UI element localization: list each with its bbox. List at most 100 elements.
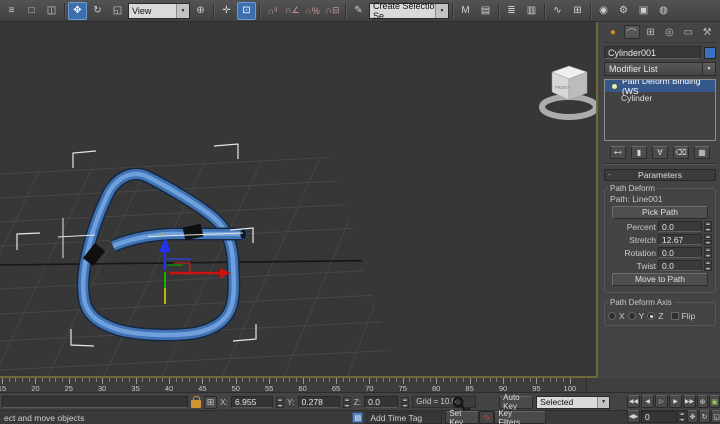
zoom-extents-button[interactable]: ▣	[709, 395, 720, 408]
snap-toggle-button[interactable]: ∩³	[263, 2, 282, 20]
dropdown-arrow-icon[interactable]: ▼	[435, 4, 448, 18]
key-filters-button[interactable]: Key Filters...	[494, 411, 546, 424]
z-coordinate-field[interactable]: 0.0	[364, 396, 398, 408]
absolute-mode-icon[interactable]: ⊞	[204, 396, 217, 409]
tab-motion-icon[interactable]: ◎	[662, 25, 678, 39]
add-time-tag[interactable]: Add Time Tag	[366, 412, 442, 424]
object-color-swatch[interactable]	[704, 47, 716, 59]
y-spinner[interactable]	[343, 397, 351, 408]
render-setup-button[interactable]: ⚙	[614, 2, 633, 20]
angle-snap-button[interactable]: ∩∠	[283, 2, 302, 20]
dropdown-arrow-icon[interactable]: ▼	[176, 4, 189, 18]
set-key-button[interactable]: Set Key	[445, 411, 479, 424]
use-center-button[interactable]: ⊕	[191, 2, 210, 20]
select-by-name-icon[interactable]: ≡	[2, 2, 21, 20]
rotation-field[interactable]: 0.0	[658, 247, 702, 258]
tab-hierarchy-icon[interactable]: ⊞	[643, 25, 659, 39]
maxscript-mini-listener[interactable]	[2, 396, 188, 408]
select-rotate-button[interactable]: ↻	[88, 2, 107, 20]
axis-y-radio[interactable]	[628, 312, 636, 320]
reference-coordinate-value: View	[132, 6, 151, 16]
select-manipulate-button[interactable]: ✛	[217, 2, 236, 20]
zoom-button[interactable]: ⊕	[697, 395, 708, 408]
twist-field[interactable]: 0.0	[658, 260, 702, 271]
y-coordinate-field[interactable]: 0.278	[298, 396, 340, 408]
named-selection-set-dropdown[interactable]: Create Selection Se ▼	[369, 3, 449, 19]
parameters-rollout-header[interactable]: - Parameters	[604, 169, 716, 181]
maximize-viewport-button[interactable]: ◱	[711, 410, 720, 423]
stretch-spinner[interactable]	[704, 234, 712, 245]
current-frame-field[interactable]: 0	[641, 411, 677, 423]
make-unique-button[interactable]: ∀	[652, 146, 668, 159]
scene-explorer-button[interactable]: ▥	[522, 2, 541, 20]
modifier-list-dropdown[interactable]: Modifier List ▼	[604, 62, 716, 76]
percent-snap-button[interactable]: ∩%	[303, 2, 322, 20]
frame-spinner[interactable]	[678, 411, 686, 422]
play-button[interactable]: ▷	[655, 395, 668, 408]
tab-utilities-icon[interactable]: ⚒	[699, 25, 715, 39]
mirror-button[interactable]: M	[456, 2, 475, 20]
dropdown-arrow-icon[interactable]: ▼	[597, 397, 609, 408]
time-tag-icon[interactable]: ▤	[352, 412, 363, 423]
edit-named-selections-button[interactable]: ✎	[349, 2, 368, 20]
move-gizmo[interactable]: z	[159, 232, 231, 304]
key-mode-dropdown[interactable]: Selected ▼	[536, 396, 610, 409]
schematic-view-button[interactable]: ⊞	[568, 2, 587, 20]
window-crossing-icon[interactable]: ◫	[42, 2, 61, 20]
tab-modify-icon[interactable]: ⌒	[624, 25, 640, 39]
twist-spinner[interactable]	[704, 260, 712, 271]
dropdown-arrow-icon[interactable]: ▼	[702, 63, 715, 75]
stack-item-path-deform[interactable]: Path Deform Binding (WS	[605, 80, 715, 92]
axis-z-label: Z	[658, 311, 663, 321]
modifier-enabled-bulb-icon[interactable]	[611, 83, 618, 90]
perspective-viewport[interactable]: z FRONT	[0, 22, 598, 378]
tab-create-icon[interactable]: ●	[605, 25, 621, 39]
next-frame-button[interactable]: ▶	[669, 395, 682, 408]
configure-modifier-sets-button[interactable]: ▦	[694, 146, 710, 159]
align-button[interactable]: ▤	[476, 2, 495, 20]
flip-checkbox[interactable]	[671, 312, 679, 320]
material-editor-button[interactable]: ◉	[594, 2, 613, 20]
tab-display-icon[interactable]: ▭	[680, 25, 696, 39]
stretch-field[interactable]: 12.67	[658, 234, 702, 245]
layer-manager-button[interactable]: ≣	[502, 2, 521, 20]
x-spinner[interactable]	[276, 397, 284, 408]
previous-frame-button[interactable]: ◀	[641, 395, 654, 408]
viewcube[interactable]: FRONT	[542, 66, 596, 117]
auto-key-button[interactable]: Auto Key	[499, 396, 533, 409]
rollout-collapse-icon[interactable]: -	[608, 170, 611, 179]
x-coordinate-field[interactable]: 6.955	[231, 396, 273, 408]
group-label: Path Deform Axis	[608, 298, 674, 307]
go-to-end-button[interactable]: ▶▶	[683, 395, 696, 408]
show-end-result-button[interactable]: ▮	[631, 146, 647, 159]
percent-field[interactable]: 0.0	[658, 221, 702, 232]
rotation-spinner[interactable]	[704, 247, 712, 258]
viewport-canvas[interactable]: z FRONT	[0, 22, 596, 376]
remove-modifier-button[interactable]: ⌫	[673, 146, 689, 159]
pan-button[interactable]: ✥	[687, 410, 698, 423]
new-key-curve-icon[interactable]: ∿	[479, 411, 494, 424]
object-name-field[interactable]: Cylinder001	[604, 46, 701, 59]
axis-x-radio[interactable]	[608, 312, 616, 320]
select-move-button[interactable]: ✥	[68, 2, 87, 20]
keyboard-override-button[interactable]: ⊡	[237, 2, 256, 20]
orbit-button[interactable]: ↻	[699, 410, 710, 423]
go-to-start-button[interactable]: ◀◀	[627, 395, 640, 408]
timeline-ruler[interactable]: 1520253035404550556065707580859095100	[0, 378, 586, 393]
reference-coordinate-dropdown[interactable]: View ▼	[128, 3, 190, 19]
move-to-path-button[interactable]: Move to Path	[612, 273, 708, 286]
key-step-toggle-button[interactable]: ◀▶	[627, 410, 640, 423]
pin-stack-button[interactable]: ⊷	[610, 146, 626, 159]
percent-spinner[interactable]	[704, 221, 712, 232]
rendered-frame-button[interactable]: ▣	[634, 2, 653, 20]
render-button[interactable]: ◍	[654, 2, 673, 20]
pick-path-button[interactable]: Pick Path	[612, 206, 708, 219]
select-scale-button[interactable]: ◱	[108, 2, 127, 20]
axis-y-label: Y	[639, 311, 645, 321]
z-spinner[interactable]	[401, 397, 409, 408]
axis-z-radio[interactable]	[647, 312, 655, 320]
spinner-snap-button[interactable]: ∩⊟	[323, 2, 342, 20]
selection-lock-icon[interactable]	[191, 400, 201, 408]
selection-region-icon[interactable]: □	[22, 2, 41, 20]
curve-editor-button[interactable]: ∿	[548, 2, 567, 20]
